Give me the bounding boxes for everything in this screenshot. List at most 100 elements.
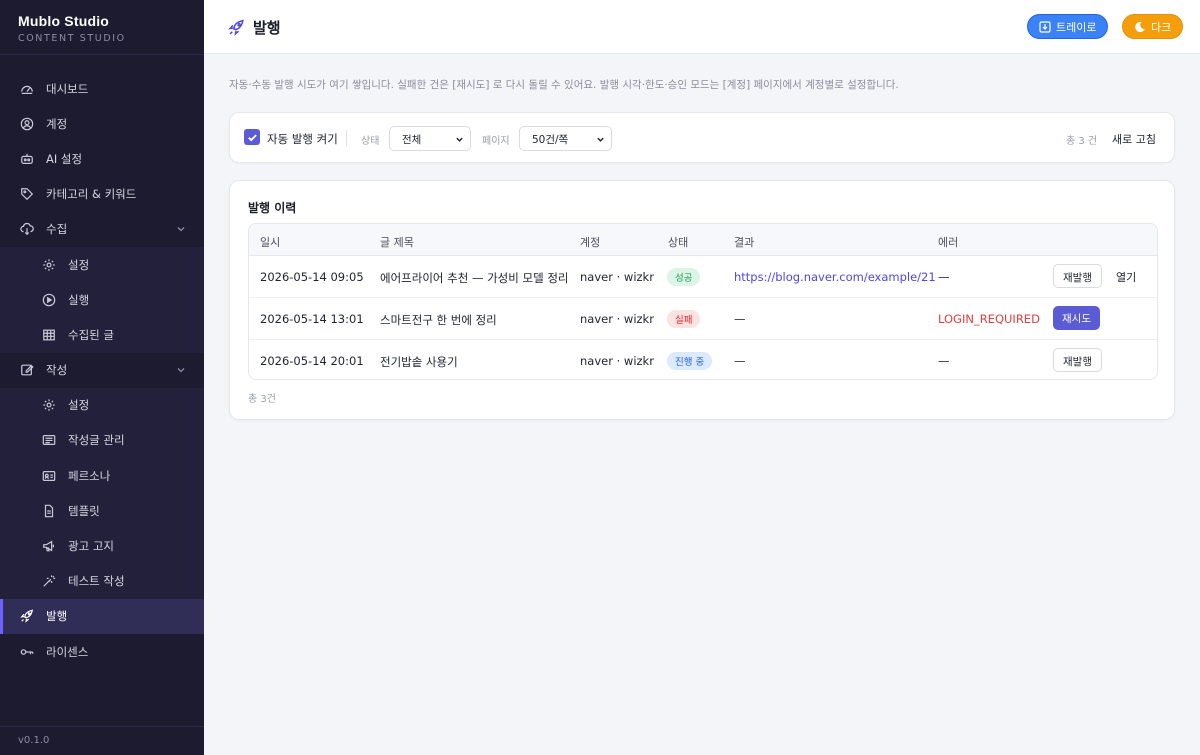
- sidebar-item-categories[interactable]: 카테고리 & 키워드: [0, 177, 204, 212]
- file-icon: [42, 504, 56, 518]
- sidebar-item-test-compose[interactable]: 테스트 작성: [0, 563, 204, 599]
- publish-history-card: 발행 이력 일시 글 제목 계정 상태 결과 에러 2026-05-14 09:…: [229, 180, 1175, 420]
- status-select-value: 전체: [402, 134, 422, 146]
- rocket-icon: [20, 609, 34, 624]
- id-card-icon: [42, 469, 56, 483]
- divider: [346, 130, 347, 146]
- status-select[interactable]: 전체: [389, 126, 471, 151]
- brand-title: Mublo Studio: [18, 13, 110, 29]
- row-date: 2026-05-14 20:01: [260, 354, 364, 368]
- dark-mode-label: 다크: [1151, 20, 1172, 34]
- sidebar-item-template[interactable]: 템플릿: [0, 493, 204, 529]
- brand-subtitle: CONTENT STUDIO: [18, 33, 126, 44]
- sidebar-item-collect[interactable]: 수집: [0, 212, 204, 247]
- column-header-title: 글 제목: [380, 236, 414, 249]
- sidebar-item-publish[interactable]: 발행: [0, 598, 204, 635]
- sidebar: Mublo Studio CONTENT STUDIO 대시보드 계정 AI 설…: [0, 0, 204, 755]
- robot-icon: [20, 152, 34, 166]
- gauge-icon: [20, 82, 34, 96]
- row-title: 전기밥솥 사용기: [380, 355, 458, 369]
- row-result: —: [734, 354, 746, 368]
- status-badge: 성공: [667, 268, 701, 286]
- sidebar-item-compose-settings[interactable]: 설정: [0, 387, 204, 423]
- sidebar-item-label: 발행: [46, 609, 68, 624]
- row-title: 스마트전구 한 번에 정리: [380, 313, 497, 327]
- auto-publish-checkbox[interactable]: [244, 129, 260, 145]
- brand: Mublo Studio CONTENT STUDIO: [0, 0, 204, 55]
- column-header-status: 상태: [668, 236, 689, 249]
- gear-icon: [42, 398, 56, 412]
- row-error: LOGIN_REQUIRED: [938, 312, 1040, 326]
- sidebar-nav: 대시보드 계정 AI 설정 카테고리 & 키워드 수집 설정 실행 수집된 글 …: [0, 71, 204, 669]
- tray-button[interactable]: 트레이로: [1027, 14, 1109, 39]
- open-button[interactable]: 열기: [1116, 269, 1136, 285]
- sidebar-item-post-management[interactable]: 작성글 관리: [0, 422, 204, 459]
- column-header-account: 계정: [580, 236, 601, 249]
- version-label: v0.1.0: [18, 735, 50, 746]
- result-link[interactable]: https://blog.naver.com/example/21: [734, 270, 936, 284]
- row-error: —: [938, 270, 950, 284]
- sidebar-item-label: 대시보드: [46, 81, 89, 96]
- sidebar-item-collect-run[interactable]: 실행: [0, 282, 204, 318]
- page-size-label: 페이지: [482, 136, 510, 147]
- sidebar-item-label: 수집: [46, 222, 68, 237]
- page-size-select[interactable]: 50건/쪽: [519, 126, 612, 151]
- table-row: 2026-05-14 13:01 스마트전구 한 번에 정리 naver · w…: [249, 298, 1157, 340]
- sidebar-item-license[interactable]: 라이센스: [0, 634, 204, 669]
- sidebar-item-label: 설정: [68, 398, 90, 413]
- filter-bar: 자동 발행 켜기 상태 전체 페이지 50건/쪽 총 3 건 새로 고침: [229, 112, 1175, 163]
- row-error: —: [938, 354, 950, 368]
- row-date: 2026-05-14 09:05: [260, 270, 364, 284]
- row-result: —: [734, 312, 746, 326]
- page-header: 발행 트레이로 다크: [204, 0, 1200, 54]
- sidebar-item-ad-notice[interactable]: 광고 고지: [0, 528, 204, 564]
- page-size-value: 50건/쪽: [532, 134, 569, 146]
- play-circle-icon: [42, 293, 56, 307]
- chevron-down-icon: [456, 137, 463, 142]
- gear-icon: [42, 258, 56, 272]
- rocket-icon: [228, 19, 244, 36]
- sidebar-item-collect-settings[interactable]: 설정: [0, 246, 204, 283]
- sidebar-item-label: 광고 고지: [68, 539, 114, 554]
- sidebar-item-dashboard[interactable]: 대시보드: [0, 71, 204, 106]
- megaphone-icon: [42, 539, 56, 553]
- sidebar-item-ai-settings[interactable]: AI 설정: [0, 141, 204, 176]
- sidebar-item-accounts[interactable]: 계정: [0, 106, 204, 141]
- status-badge: 진행 중: [667, 352, 713, 370]
- list-icon: [42, 433, 56, 447]
- sidebar-item-persona[interactable]: 페르소나: [0, 458, 204, 494]
- page-title: 발행: [228, 17, 281, 38]
- sidebar-item-label: 템플릿: [68, 503, 100, 518]
- page-description: 자동·수동 발행 시도가 여기 쌓입니다. 실패한 건은 [재시도] 로 다시 …: [229, 79, 899, 91]
- table-row: 2026-05-14 09:05 에어프라이어 추천 — 가성비 모델 정리 n…: [249, 256, 1157, 298]
- dark-mode-button[interactable]: 다크: [1122, 14, 1184, 39]
- history-total: 총 3건: [248, 394, 276, 405]
- edit-icon: [20, 363, 34, 377]
- sidebar-item-collected-posts[interactable]: 수집된 글: [0, 317, 204, 353]
- sidebar-item-label: 계정: [46, 116, 68, 131]
- history-table: 일시 글 제목 계정 상태 결과 에러 2026-05-14 09:05 에어프…: [248, 223, 1158, 380]
- sidebar-item-label: 실행: [68, 292, 90, 307]
- sidebar-item-label: 설정: [68, 257, 90, 272]
- sidebar-item-label: 테스트 작성: [68, 574, 125, 589]
- column-header-result: 결과: [734, 236, 755, 249]
- refresh-button[interactable]: 새로 고침: [1112, 131, 1156, 147]
- magic-wand-icon: [42, 574, 56, 588]
- key-icon: [20, 645, 34, 659]
- chevron-down-icon: [177, 367, 185, 372]
- table-icon: [42, 328, 56, 342]
- sidebar-item-compose[interactable]: 작성: [0, 353, 204, 388]
- sidebar-item-label: 카테고리 & 키워드: [46, 187, 137, 202]
- cloud-download-icon: [20, 222, 34, 236]
- auto-publish-label[interactable]: 자동 발행 켜기: [267, 131, 338, 147]
- retry-button[interactable]: 재시도: [1053, 306, 1100, 330]
- tray-button-label: 트레이로: [1056, 20, 1097, 34]
- user-circle-icon: [20, 117, 34, 131]
- republish-button[interactable]: 재발행: [1053, 348, 1102, 372]
- chevron-down-icon: [177, 226, 185, 232]
- tag-icon: [20, 187, 34, 201]
- sidebar-item-label: 페르소나: [68, 468, 111, 483]
- republish-button[interactable]: 재발행: [1053, 264, 1102, 288]
- column-header-date: 일시: [260, 236, 281, 249]
- table-header: 일시 글 제목 계정 상태 결과 에러: [249, 224, 1157, 256]
